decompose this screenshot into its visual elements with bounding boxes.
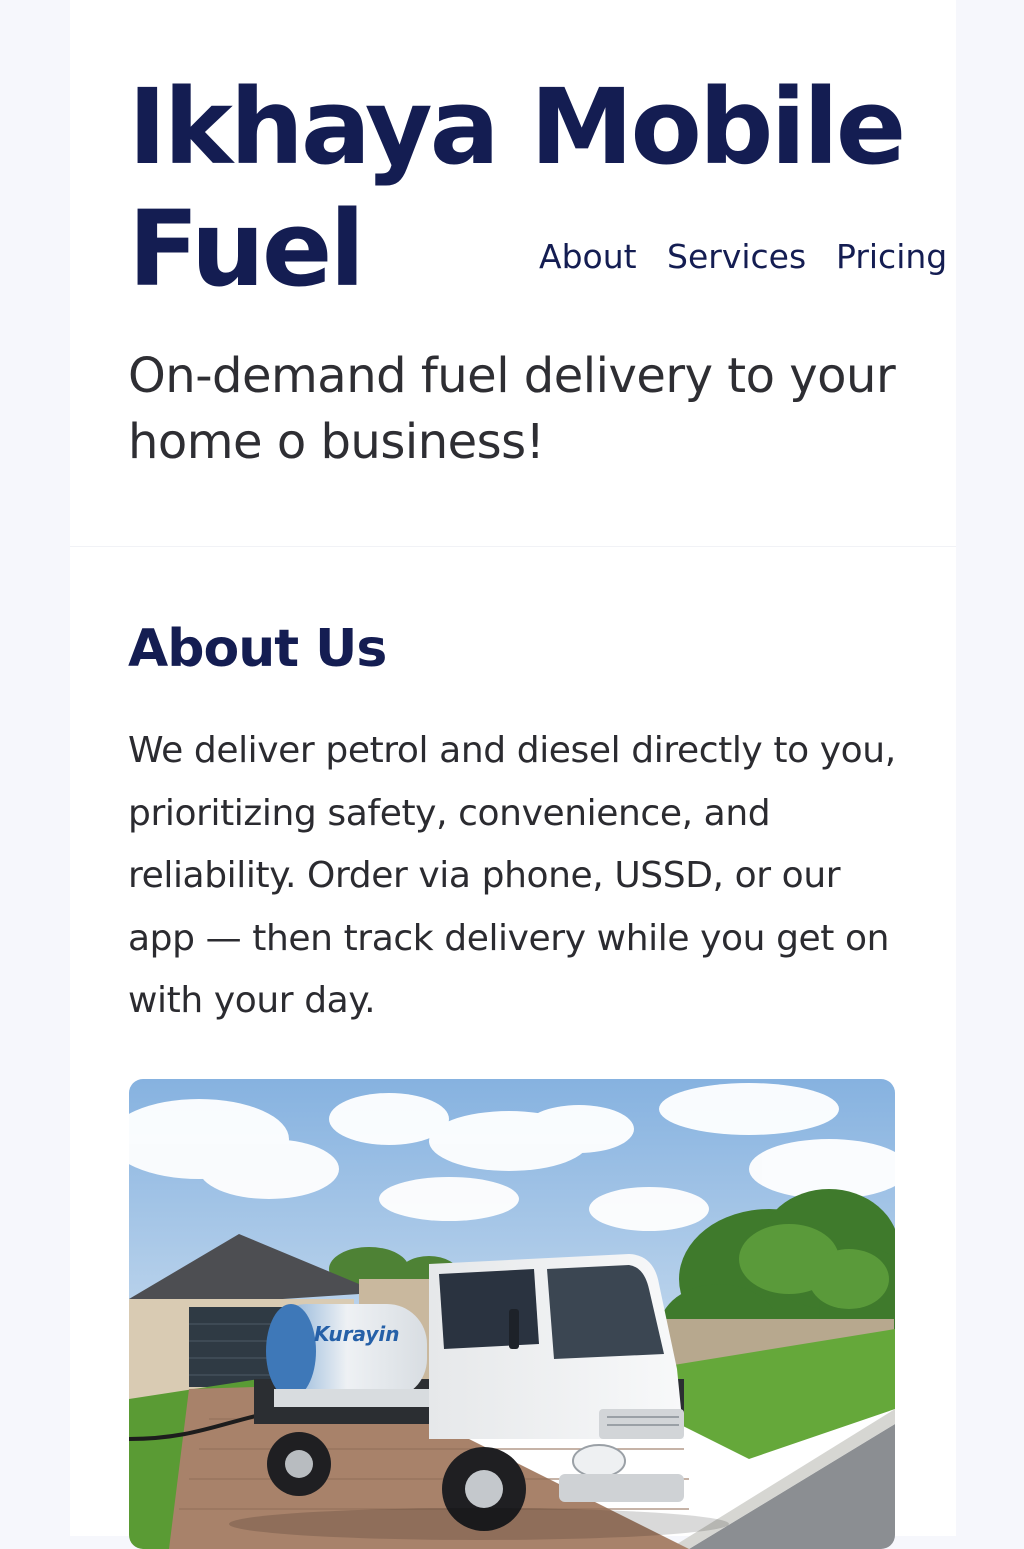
nav-link-services[interactable]: Services bbox=[667, 236, 806, 278]
nav-link-about[interactable]: About bbox=[539, 236, 637, 278]
hero-tagline: On-demand fuel delivery to your home o b… bbox=[128, 348, 896, 470]
page-container: Ikhaya Mobile Fuel About Services Pricin… bbox=[70, 0, 956, 1549]
nav-link-pricing[interactable]: Pricing bbox=[836, 236, 947, 278]
brand-line-1: Ikhaya Mobile bbox=[128, 66, 906, 188]
section-divider bbox=[70, 546, 956, 547]
about-section-title: About Us bbox=[128, 619, 387, 679]
main-nav: About Services Pricing bbox=[70, 236, 956, 278]
about-section-body: We deliver petrol and diesel directly to… bbox=[128, 730, 896, 1021]
tank-logo-text: Kurayin bbox=[314, 1322, 400, 1346]
fuel-truck-photo: Kurayin bbox=[129, 1079, 895, 1549]
